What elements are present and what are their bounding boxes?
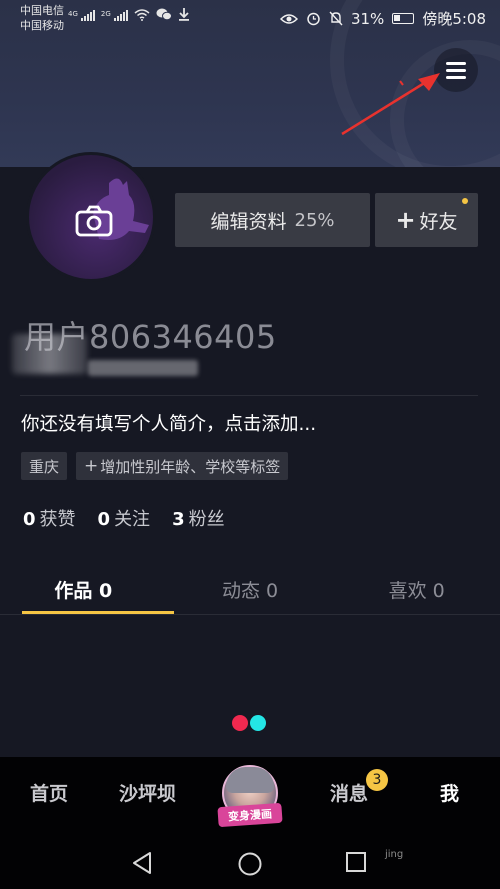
loading-indicator	[232, 715, 266, 731]
signal-icon-2: 2G	[101, 10, 128, 21]
stat-following[interactable]: 0 关注	[98, 505, 151, 531]
messages-badge: 3	[366, 769, 388, 791]
nav-messages[interactable]: 消息	[330, 779, 368, 806]
plus-icon: +	[395, 206, 416, 234]
bottom-navigation: 首页 沙坪坝 变身漫画 消息 3 我	[0, 757, 500, 837]
watermark: jing	[385, 849, 403, 860]
stat-value: 0	[97, 509, 111, 530]
comic-avatar-hair	[226, 767, 274, 793]
eye-icon	[279, 13, 298, 24]
carrier-labels: 中国电信 中国移动	[20, 3, 64, 33]
network-type-2: 2G	[100, 10, 111, 18]
download-icon	[178, 8, 189, 21]
nav-home[interactable]: 首页	[30, 779, 68, 806]
back-icon[interactable]	[131, 851, 155, 875]
notification-dot	[462, 198, 468, 204]
add-friend-button[interactable]: + 好友	[375, 193, 478, 247]
network-type-1: 4G	[68, 10, 78, 18]
plus-icon: +	[84, 456, 99, 476]
comic-filter-button[interactable]: 变身漫画	[217, 765, 283, 828]
loading-dot-cyan	[250, 715, 266, 731]
carrier-1: 中国电信	[20, 4, 64, 17]
content-tabs: 作品 0 动态 0 喜欢 0	[0, 565, 500, 613]
stat-likes[interactable]: 0 获赞	[23, 505, 76, 531]
network-icons: 4G 2G	[68, 8, 190, 21]
location-tag[interactable]: 重庆	[21, 452, 68, 480]
system-navigation-bar: jing	[0, 837, 500, 889]
wifi-icon	[134, 9, 150, 21]
recent-apps-icon[interactable]	[345, 851, 367, 873]
profile-avatar[interactable]	[26, 152, 156, 282]
stat-followers[interactable]: 3 粉丝	[172, 505, 225, 531]
status-time: 傍晚5:08	[422, 10, 486, 28]
nav-me[interactable]: 我	[440, 779, 459, 806]
alarm-icon	[307, 12, 320, 26]
comic-filter-label: 变身漫画	[217, 802, 283, 828]
tab-works[interactable]: 作品 0	[0, 565, 167, 613]
status-bar: 中国电信 中国移动 4G 2G 31% 傍晚5:08	[0, 0, 500, 36]
camera-icon	[75, 205, 113, 237]
location-tag-label: 重庆	[29, 457, 60, 476]
nav-local[interactable]: 沙坪坝	[119, 779, 176, 806]
battery-icon	[392, 13, 415, 24]
stat-label: 获赞	[39, 509, 76, 530]
add-tag-label: 增加性别年龄、学校等标签	[100, 457, 281, 476]
divider	[0, 614, 500, 615]
signal-icon-1: 4G	[68, 10, 95, 21]
loading-dot-red	[232, 715, 248, 731]
carrier-2: 中国移动	[20, 19, 64, 32]
status-right: 31% 傍晚5:08	[279, 8, 486, 29]
mute-icon	[329, 11, 343, 26]
blurred-redaction	[88, 360, 198, 376]
bio-prompt[interactable]: 你还没有填写个人简介，点击添加...	[21, 410, 316, 436]
tab-likes[interactable]: 喜欢 0	[333, 565, 500, 613]
edit-profile-label: 编辑资料	[210, 210, 287, 233]
blurred-redaction	[12, 334, 87, 374]
edit-profile-button[interactable]: 编辑资料 25%	[175, 193, 370, 247]
red-arrow-annotation	[341, 73, 440, 136]
watermark-text: jing	[385, 849, 404, 860]
wechat-icon	[156, 8, 172, 21]
stat-value: 3	[172, 509, 185, 530]
profile-stats: 0 获赞 0 关注 3 粉丝	[23, 505, 225, 531]
stat-label: 粉丝	[188, 509, 225, 530]
add-friend-label: 好友	[419, 210, 458, 233]
home-icon[interactable]	[237, 851, 263, 877]
tab-activity[interactable]: 动态 0	[167, 565, 334, 613]
profile-completion-percent: 25%	[294, 209, 335, 231]
stat-label: 关注	[114, 509, 151, 530]
divider	[20, 395, 478, 396]
add-tag-button[interactable]: + 增加性别年龄、学校等标签	[76, 452, 289, 480]
stat-value: 0	[23, 509, 36, 530]
battery-percent: 31%	[350, 9, 385, 28]
